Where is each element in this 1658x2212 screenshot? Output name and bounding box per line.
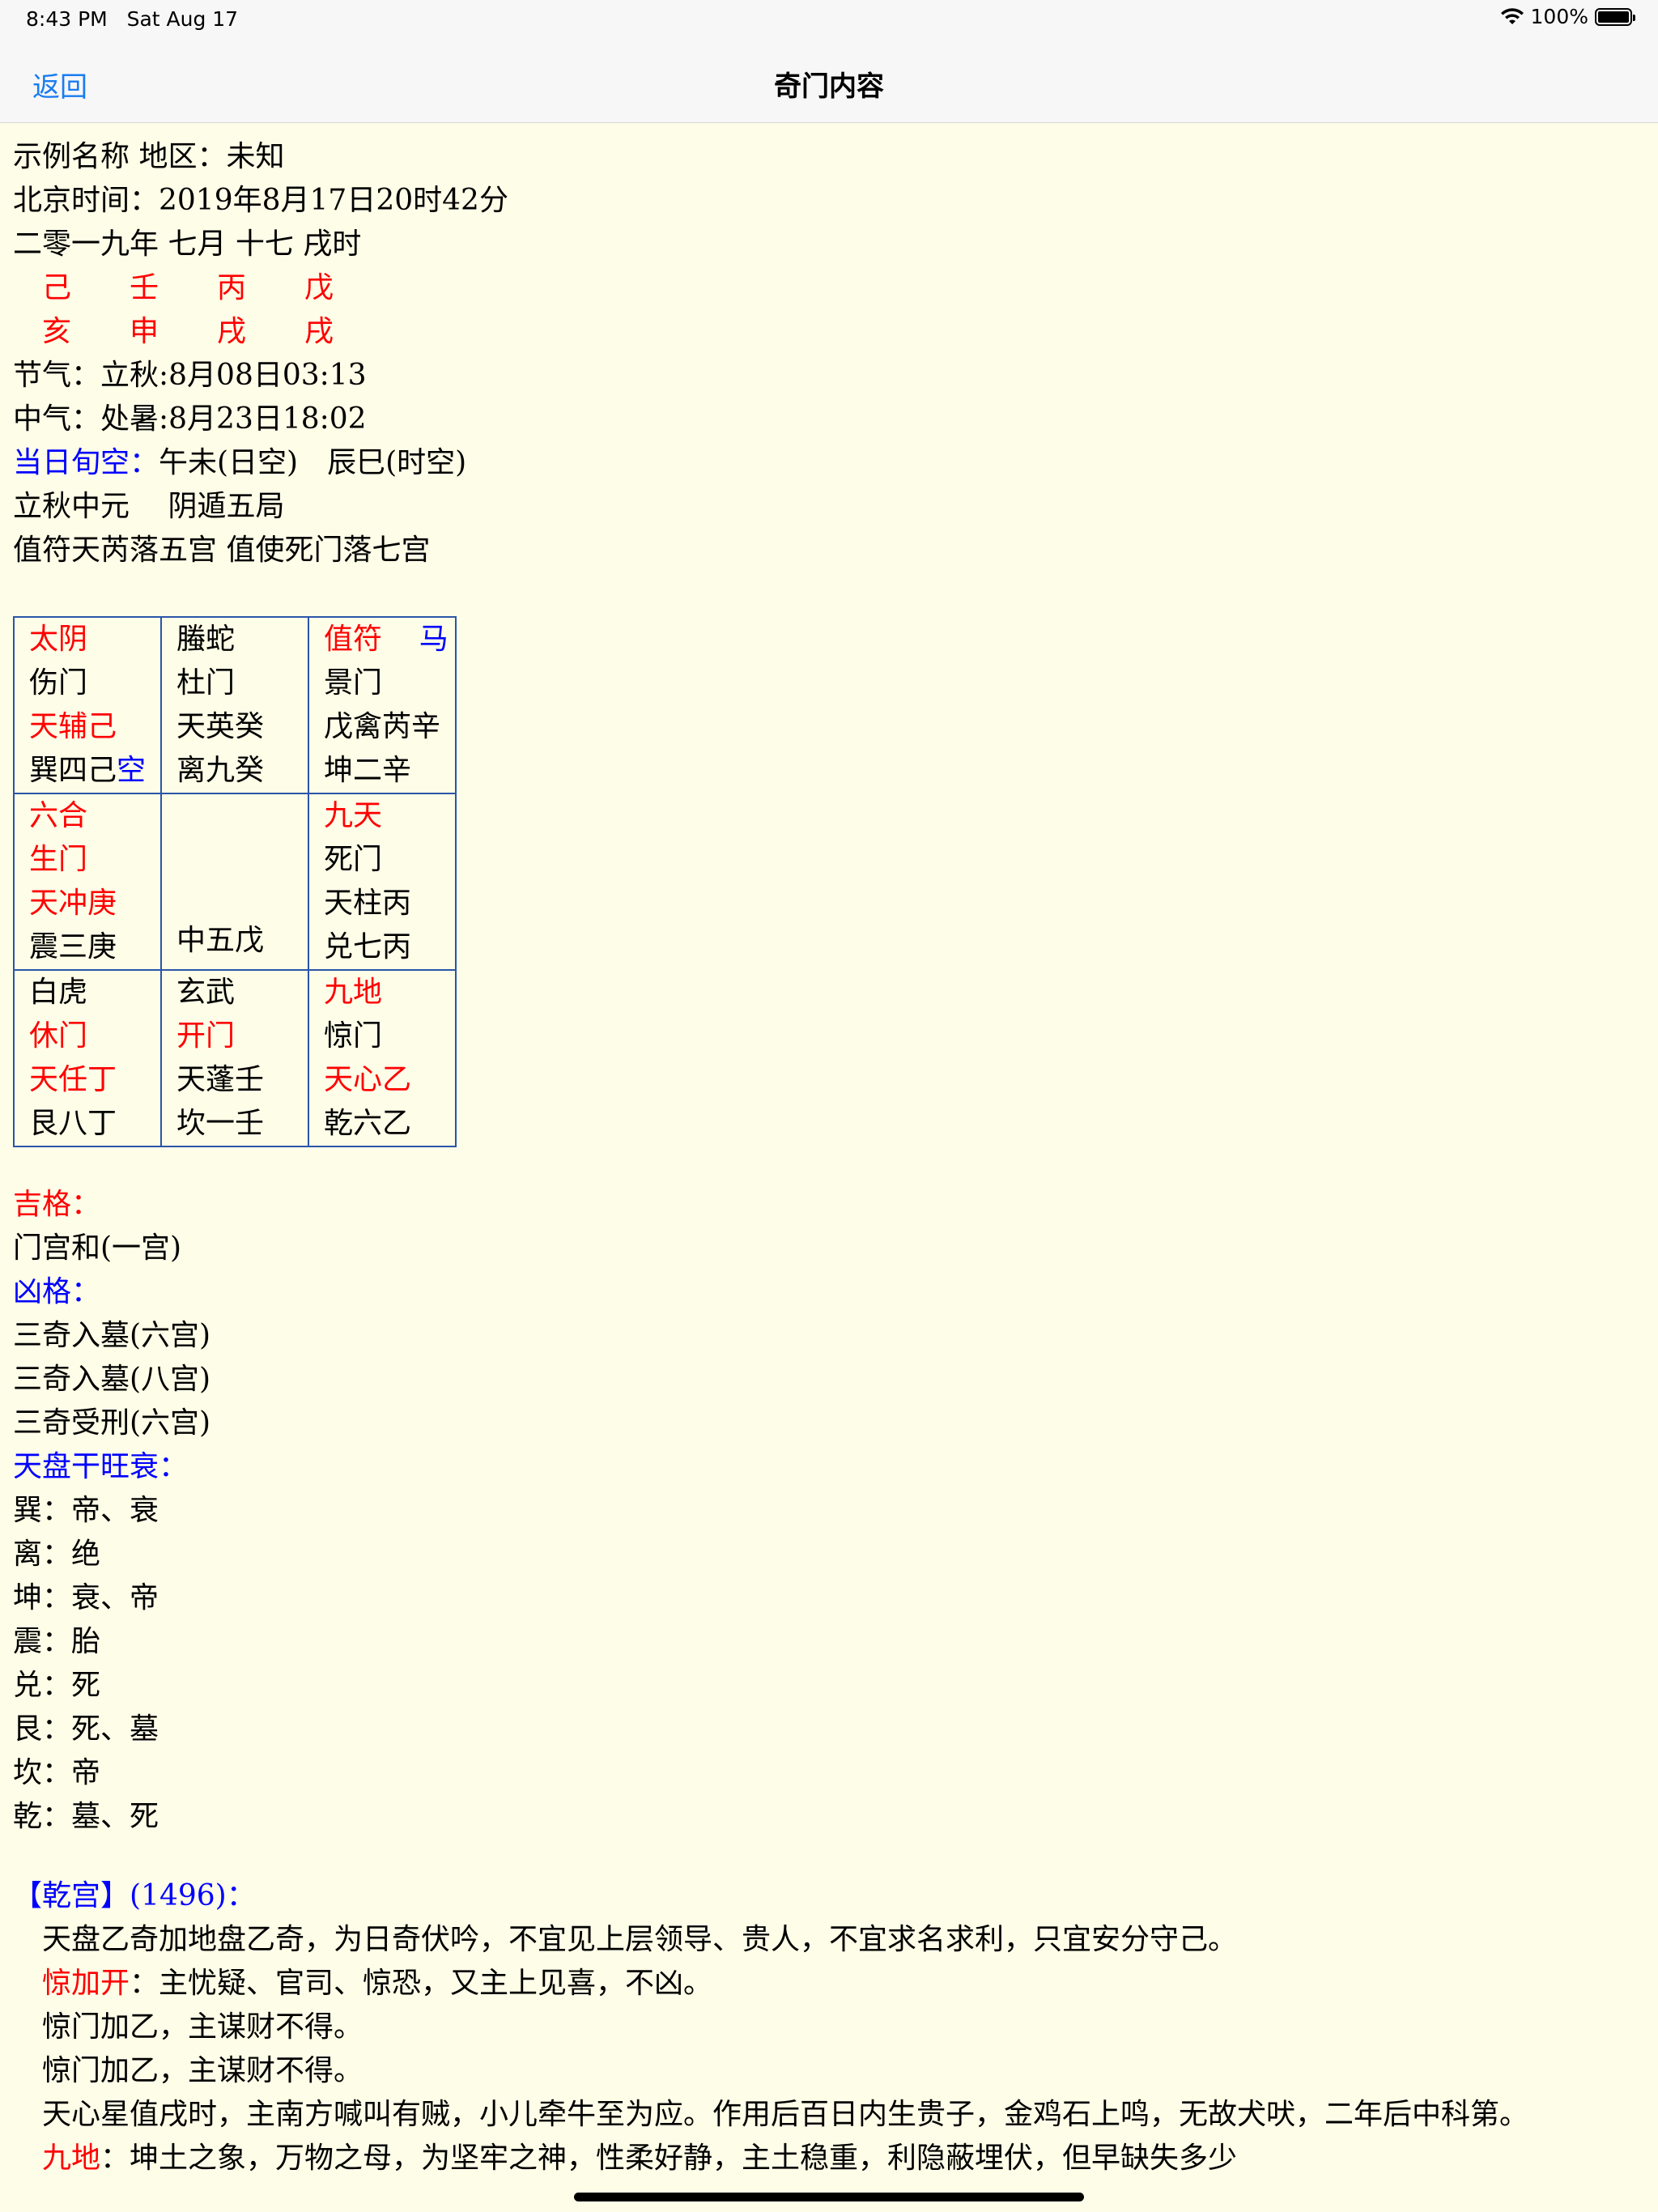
- wangshuai-item: 巽：帝、衰: [13, 1494, 159, 1527]
- wangshuai-item: 兑：死: [13, 1669, 101, 1702]
- palace-god: 白虎: [29, 976, 88, 1009]
- qimen-content: 示例名称 地区：未知 北京时间：2019年8月17日20时42分 二零一九年 七…: [13, 135, 1640, 2180]
- qian-text: 惊加开：主忧疑、官司、惊恐，又主上见喜，不凶。: [42, 1967, 713, 2000]
- palace-qian: 九地 惊门 天心乙 乾六乙: [308, 969, 457, 1147]
- palace-earth: 艮八丁: [29, 1107, 117, 1140]
- palace-kan: 玄武 开门 天蓬壬 坎一壬: [160, 969, 309, 1147]
- palace-door: 开门: [176, 1019, 236, 1053]
- xunkong-label: 当日旬空：: [13, 446, 159, 479]
- navigation-bar: 返回 奇门内容: [0, 40, 1658, 123]
- ji-ge-item: 门宫和(一宫): [13, 1231, 182, 1265]
- gan-year: 己: [41, 271, 71, 304]
- zhi-day: 戌: [216, 315, 246, 348]
- palace-door: 死门: [324, 843, 383, 876]
- palace-earth: 坤二辛: [324, 754, 412, 787]
- palace-god: 九天: [324, 799, 383, 832]
- qian-text: 九地：坤土之象，万物之母，为坚牢之神，性柔好静，主土稳重，利隐蔽埋伏，但早缺失多…: [42, 2142, 1238, 2175]
- wangshuai-item: 震：胎: [13, 1625, 101, 1658]
- status-time: 8:43 PM Sat Aug 17: [26, 7, 239, 31]
- palace-zhong: 中五戊: [160, 793, 309, 971]
- ji-ge-label: 吉格：: [13, 1188, 101, 1221]
- jieqi: 节气：立秋:8月08日03:13: [13, 359, 367, 392]
- xunkong: 当日旬空：午未(日空) 辰巳(时空): [13, 441, 1640, 485]
- palace-god: 六合: [29, 799, 88, 832]
- palace-earth: 坎一壬: [176, 1107, 265, 1140]
- palace-god: 玄武: [176, 976, 236, 1009]
- wifi-icon: [1500, 7, 1524, 24]
- palace-god: 值符 马: [324, 623, 449, 656]
- palace-god: 九地: [324, 976, 383, 1009]
- palace-star: 天心乙: [324, 1063, 412, 1096]
- palace-god: 螣蛇: [176, 623, 236, 656]
- xiong-ge-item: 三奇入墓(八宫): [13, 1363, 211, 1396]
- lunar-date: 二零一九年 七月 十七 戌时: [13, 228, 362, 261]
- status-right: 100%: [1500, 5, 1635, 28]
- palace-door: 生门: [29, 843, 88, 876]
- qian-text: 天盘乙奇加地盘乙奇，为日奇伏吟，不宜见上层领导、贵人，不宜求名求利，只宜安分守己…: [42, 1923, 1238, 1956]
- palace-door: 伤门: [29, 666, 88, 700]
- palace-dui: 九天 死门 天柱丙 兑七丙: [308, 793, 457, 971]
- page-title: 奇门内容: [774, 70, 884, 103]
- xiong-ge-item: 三奇受刑(六宫): [13, 1406, 211, 1440]
- di-zhi-row: 亥申戌戌: [13, 310, 1640, 354]
- battery-icon: [1595, 7, 1635, 26]
- wangshuai-label: 天盘干旺衰：: [13, 1450, 189, 1483]
- status-bar: 8:43 PM Sat Aug 17 100%: [0, 0, 1658, 40]
- palace-earth: 震三庚: [29, 930, 117, 963]
- gan-month: 壬: [129, 271, 159, 304]
- palace-earth: 兑七丙: [324, 930, 412, 963]
- palace-god: 太阴: [29, 623, 88, 656]
- palace-star: 天任丁: [29, 1063, 117, 1096]
- xiong-ge-label: 凶格：: [13, 1275, 101, 1308]
- wangshuai-item: 离：绝: [13, 1538, 101, 1571]
- palace-door: 杜门: [176, 666, 236, 700]
- palace-door: 景门: [324, 666, 383, 700]
- gan-day: 丙: [216, 271, 246, 304]
- palace-li: 螣蛇 杜门 天英癸 离九癸: [160, 616, 309, 794]
- wangshuai-item: 坤：衰、帝: [13, 1581, 159, 1614]
- qian-text: 惊门加乙，主谋财不得。: [42, 2010, 363, 2044]
- zhi-year: 亥: [41, 315, 71, 348]
- xunkong-value: 午未(日空) 辰巳(时空): [159, 446, 467, 479]
- wangshuai-item: 坎：帝: [13, 1756, 101, 1789]
- palace-xun: 太阴 伤门 天辅己 巽四己空: [13, 616, 162, 794]
- ju-info: 立秋中元 阴遁五局: [13, 490, 285, 523]
- zhongqi: 中气：处暑:8月23日18:02: [13, 402, 367, 436]
- zhifu-info: 值符天芮落五宫 值使死门落七宫: [13, 534, 431, 567]
- qian-text: 惊门加乙，主谋财不得。: [42, 2054, 363, 2087]
- palace-star: 天蓬壬: [176, 1063, 265, 1096]
- palace-star: 戊禽芮辛: [324, 710, 441, 743]
- beijing-time: 北京时间：2019年8月17日20时42分: [13, 184, 508, 217]
- palace-star: 天辅己: [29, 710, 117, 743]
- palace-earth: 巽四己空: [29, 754, 147, 787]
- nine-palace-grid: 太阴 伤门 天辅己 巽四己空 螣蛇 杜门 天英癸 离九癸 值符 马 景门 戊禽芮…: [13, 616, 457, 1147]
- zhi-month: 申: [129, 315, 159, 348]
- xiong-ge-item: 三奇入墓(六宫): [13, 1319, 211, 1352]
- zhi-hour: 戌: [304, 315, 334, 348]
- home-indicator[interactable]: [574, 2193, 1084, 2201]
- palace-star: 天柱丙: [324, 887, 412, 920]
- qian-text: 天心星值戌时，主南方喊叫有贼，小儿牵牛至为应。作用后百日内生贵子，金鸡石上鸣，无…: [42, 2098, 1529, 2131]
- palace-star: 天英癸: [176, 710, 265, 743]
- qian-gong-heading: 【乾宫】(1496)：: [13, 1879, 256, 1912]
- palace-earth: 乾六乙: [324, 1107, 412, 1140]
- palace-gen: 白虎 休门 天任丁 艮八丁: [13, 969, 162, 1147]
- palace-kun: 值符 马 景门 戊禽芮辛 坤二辛: [308, 616, 457, 794]
- wangshuai-item: 乾：墓、死: [13, 1800, 159, 1833]
- palace-door: 惊门: [324, 1019, 383, 1053]
- palace-earth: 离九癸: [176, 754, 265, 787]
- tian-gan-row: 己壬丙戊: [13, 266, 1640, 310]
- palace-door: 休门: [29, 1019, 88, 1053]
- gan-hour: 戊: [304, 271, 334, 304]
- example-name: 示例名称 地区：未知: [13, 140, 285, 173]
- palace-earth: 中五戊: [176, 924, 265, 957]
- palace-star: 天冲庚: [29, 887, 117, 920]
- battery-percent: 100%: [1530, 5, 1588, 28]
- wangshuai-item: 艮：死、墓: [13, 1712, 159, 1746]
- palace-zhen: 六合 生门 天冲庚 震三庚: [13, 793, 162, 971]
